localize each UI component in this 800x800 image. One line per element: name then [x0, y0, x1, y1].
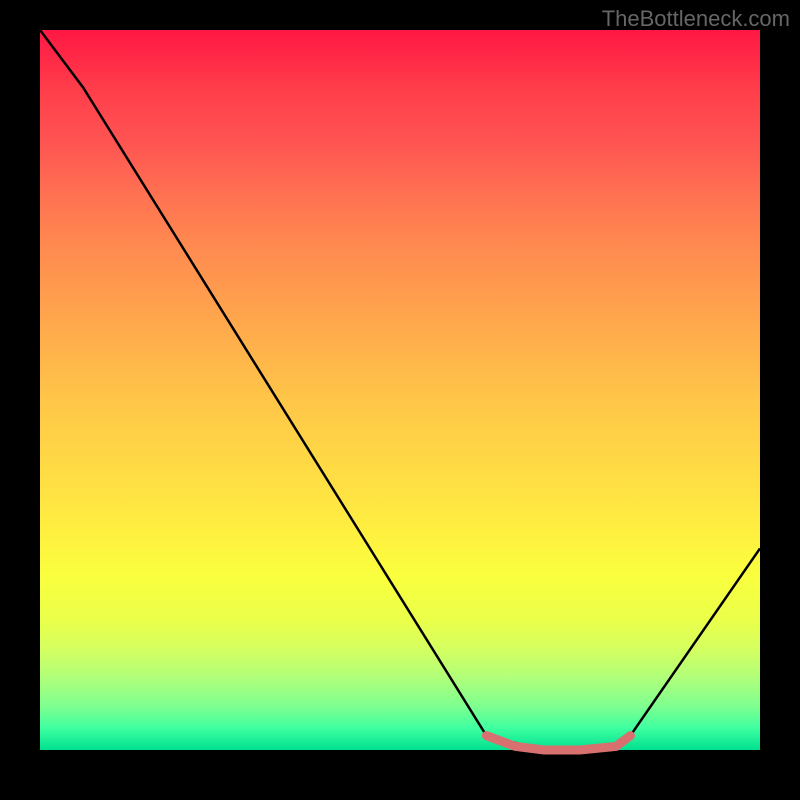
highlight-segment — [486, 736, 630, 750]
main-curve — [40, 30, 760, 750]
watermark-text: TheBottleneck.com — [602, 6, 790, 32]
chart-svg — [40, 30, 760, 750]
chart-plot-area — [40, 30, 760, 750]
